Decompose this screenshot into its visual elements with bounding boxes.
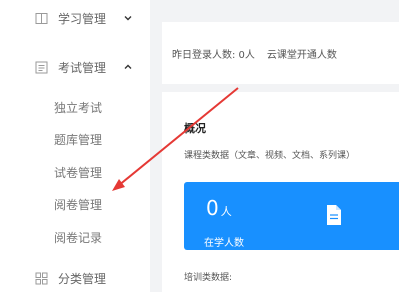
exam-icon <box>34 60 48 74</box>
section-divider <box>162 84 399 92</box>
stats-line: 昨日登录人数: 0人 云课堂开通人数 <box>172 46 337 61</box>
learners-count-value: 0 <box>206 196 219 220</box>
learners-count: 0 人 <box>206 196 232 220</box>
sidebar-menu-exam[interactable]: 考试管理 <box>0 52 150 82</box>
sidebar: 学习管理 考试管理 独立考试 题库管理 试卷管理 阅卷管理 阅卷记录 分类管理 <box>0 0 150 292</box>
cloud-classroom-count: 云课堂开通人数 <box>266 50 337 61</box>
yesterday-login-count: 昨日登录人数: 0人 <box>172 50 255 61</box>
document-icon <box>324 204 344 226</box>
learners-count-unit: 人 <box>220 205 232 218</box>
course-data-label: 课程类数据（文章、视频、文档、系列课） <box>184 151 356 161</box>
training-data-label: 培训类数据: <box>184 273 233 283</box>
sidebar-menu-label: 考试管理 <box>58 60 107 75</box>
main-content: 昨日登录人数: 0人 云课堂开通人数 概况 课程类数据（文章、视频、文档、系列课… <box>162 22 399 292</box>
submenu-item-paper-management[interactable]: 试卷管理 <box>54 162 102 182</box>
app-window: 学习管理 考试管理 独立考试 题库管理 试卷管理 阅卷管理 阅卷记录 分类管理 … <box>0 0 399 292</box>
submenu-item-grading-records[interactable]: 阅卷记录 <box>54 227 102 247</box>
sidebar-menu-label: 分类管理 <box>58 271 107 286</box>
overview-title: 概况 <box>184 122 206 135</box>
sidebar-menu-study[interactable]: 学习管理 <box>0 3 150 33</box>
chevron-down-icon <box>122 12 134 24</box>
sidebar-menu-category[interactable]: 分类管理 <box>0 263 150 292</box>
learners-label: 在学人数 <box>204 238 244 249</box>
submenu-item-standalone-exam[interactable]: 独立考试 <box>54 97 102 117</box>
layout-gap <box>150 0 162 292</box>
submenu-item-question-bank[interactable]: 题库管理 <box>54 129 102 149</box>
sidebar-menu-label: 学习管理 <box>58 11 107 26</box>
book-icon <box>34 11 48 25</box>
learners-stat-card[interactable]: 0 人 在学人数 <box>184 182 399 250</box>
submenu-item-grading-management[interactable]: 阅卷管理 <box>54 194 102 214</box>
chevron-up-icon <box>122 61 134 73</box>
grid-icon <box>34 271 48 285</box>
